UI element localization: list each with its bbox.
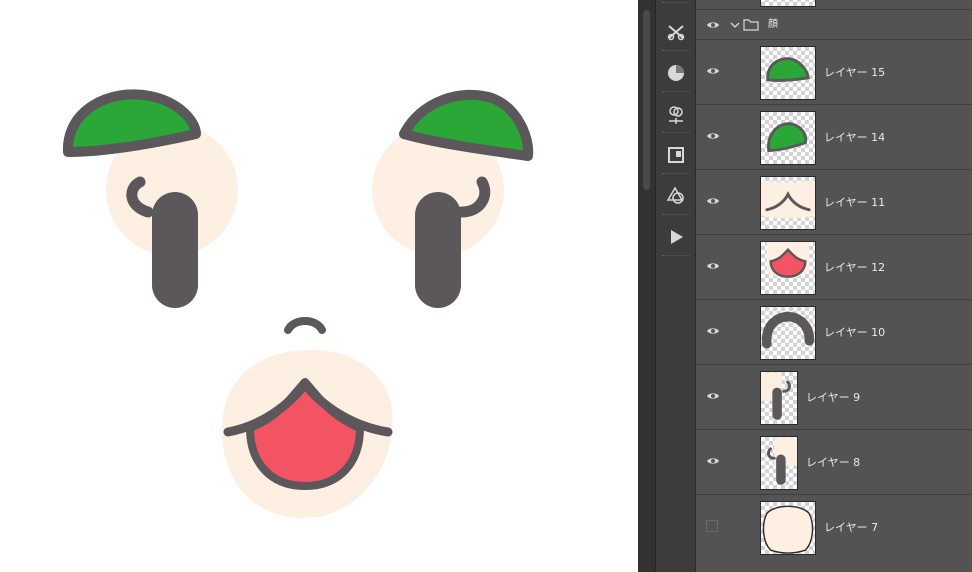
eye-icon[interactable]: [706, 259, 720, 273]
eye-icon[interactable]: [706, 389, 720, 403]
dock-scrollbar[interactable]: [643, 10, 650, 190]
separator: [662, 50, 690, 52]
layer-row[interactable]: レイヤー 7: [696, 495, 972, 560]
layer-row-partial[interactable]: [696, 0, 972, 10]
separator: [662, 255, 690, 257]
separator: [662, 2, 690, 4]
document-canvas[interactable]: [0, 0, 638, 572]
adjustments-tool-icon[interactable]: [660, 16, 692, 48]
layer-thumbnail: [760, 176, 816, 230]
layer-name: レイヤー 9: [806, 391, 861, 404]
channels-icon[interactable]: [660, 98, 692, 130]
layer-thumbnail: [760, 306, 816, 360]
face-artwork: [62, 89, 534, 519]
eye-icon[interactable]: [706, 18, 720, 32]
layer-thumbnail: [760, 46, 816, 100]
nose: [284, 317, 326, 334]
layer-thumbnail: [760, 241, 816, 295]
eye-icon[interactable]: [706, 129, 720, 143]
layer-name: レイヤー 7: [824, 521, 879, 534]
layer-thumbnail: [760, 111, 816, 165]
play-action-icon[interactable]: [660, 221, 692, 253]
eye-icon[interactable]: [706, 194, 720, 208]
visibility-toggle-off[interactable]: [706, 520, 718, 532]
layer-row[interactable]: レイヤー 11: [696, 170, 972, 235]
layer-row[interactable]: レイヤー 14: [696, 105, 972, 170]
layer-thumbnail: [760, 436, 798, 490]
properties-panel-icon[interactable]: [660, 139, 692, 171]
layer-row[interactable]: レイヤー 10: [696, 300, 972, 365]
layer-row[interactable]: レイヤー 15: [696, 40, 972, 105]
right-eye: [415, 192, 461, 308]
layer-name: レイヤー 11: [824, 196, 886, 209]
layer-name: レイヤー 8: [806, 456, 861, 469]
layer-name: レイヤー 12: [824, 261, 886, 274]
left-eye: [152, 192, 198, 308]
folder-icon: [743, 19, 759, 31]
layer-name: レイヤー 15: [824, 66, 886, 79]
layer-row[interactable]: レイヤー 8: [696, 430, 972, 495]
eye-icon[interactable]: [706, 64, 720, 78]
layers-panel: 顔 レイヤー 15 レイヤー 14 レイヤー 11 レイヤー 12 レイヤー 1…: [696, 0, 972, 572]
color-circle-icon[interactable]: [660, 57, 692, 89]
layer-name: レイヤー 14: [824, 131, 886, 144]
layer-group-name: 顔: [768, 19, 778, 30]
layer-row-partial[interactable]: [696, 557, 972, 572]
layer-name: レイヤー 10: [824, 326, 886, 339]
separator: [662, 214, 690, 216]
layer-thumbnail: [760, 371, 798, 425]
layer-group-row[interactable]: 顔: [696, 10, 972, 40]
eye-icon[interactable]: [706, 324, 720, 338]
eye-icon[interactable]: [706, 454, 720, 468]
layer-row[interactable]: レイヤー 12: [696, 235, 972, 300]
layer-row[interactable]: レイヤー 9: [696, 365, 972, 430]
shapes-icon[interactable]: [660, 180, 692, 212]
chevron-down-icon[interactable]: [730, 20, 740, 30]
panel-icons-column: [656, 0, 696, 572]
separator: [662, 132, 690, 134]
layer-thumbnail: [760, 501, 816, 555]
separator: [662, 173, 690, 175]
layer-thumbnail: [760, 0, 816, 7]
panel-dock-strip: [638, 0, 656, 572]
separator: [662, 91, 690, 93]
